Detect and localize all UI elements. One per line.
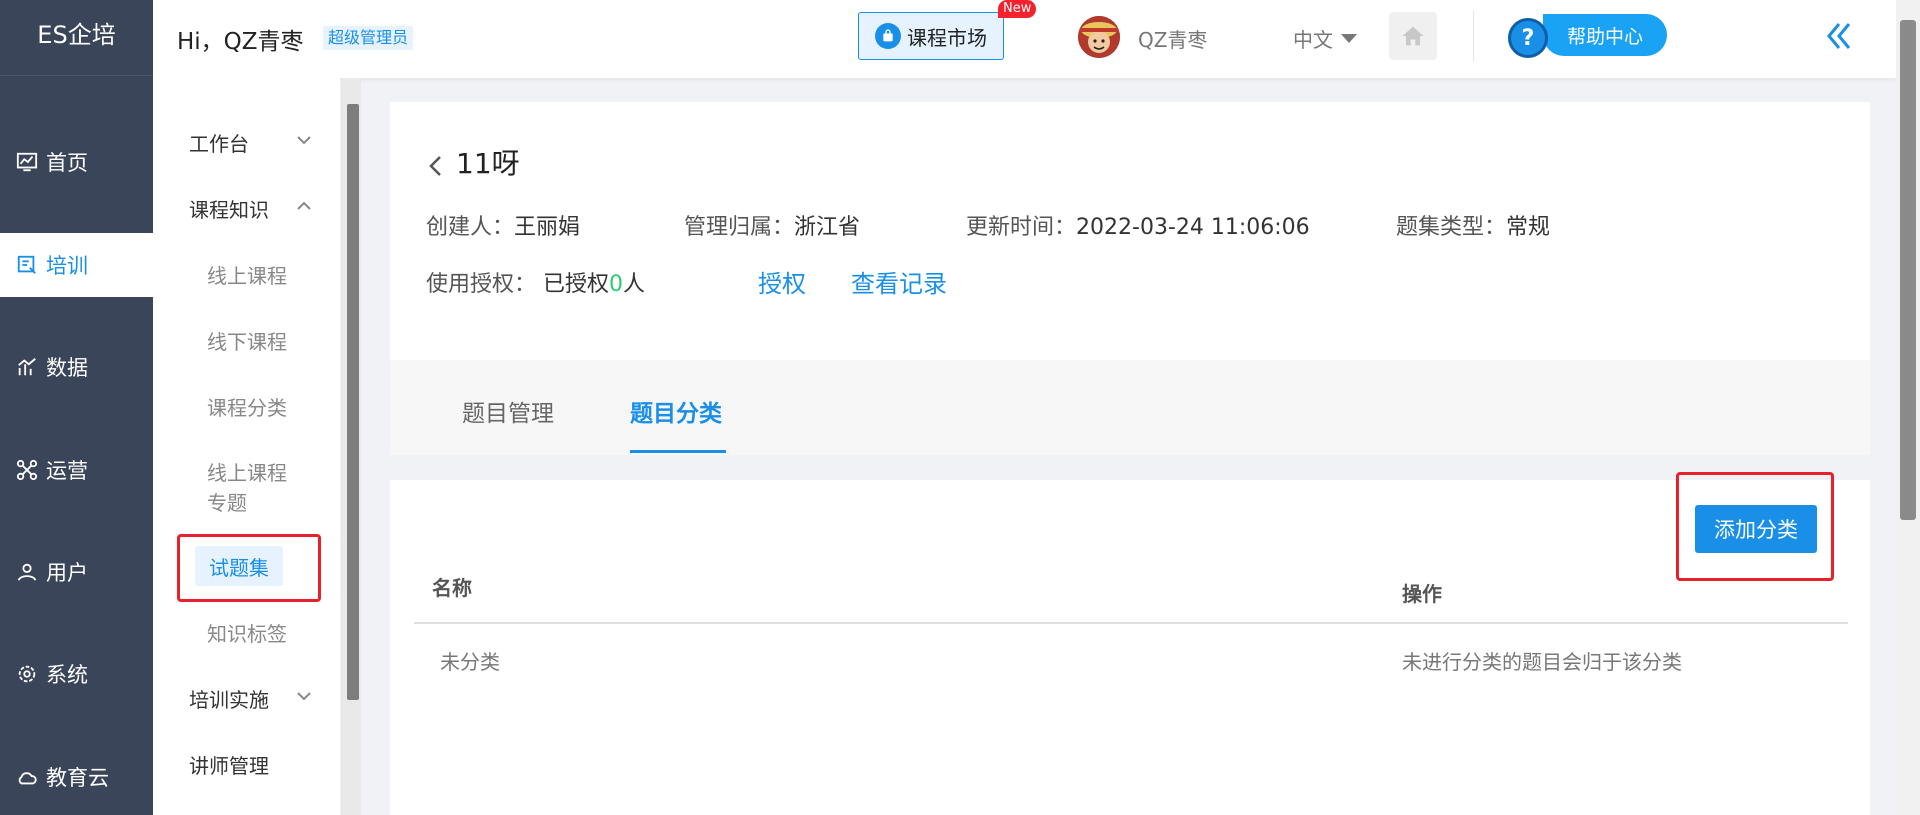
meta-type: 题集类型：常规 [1396,209,1550,241]
analytics-icon [16,355,40,379]
subnav-scrollbar-thumb[interactable] [347,104,359,700]
subnav-knowledge-tag[interactable]: 知识标签 [153,618,340,647]
cloud-icon [16,765,40,789]
shopping-bag-icon [875,23,901,49]
detail-card: 11呀 创建人：王丽娟 管理归属：浙江省 更新时间：2022-03-24 11:… [390,102,1870,360]
chevron-down-icon [297,136,311,145]
nav-item-training[interactable]: 培训 [0,233,153,297]
course-market-label: 课程市场 [907,25,987,50]
row-action-cell: 未进行分类的题目会归于该分类 [1402,650,1682,674]
page-scrollbar-thumb[interactable] [1900,20,1916,520]
course-market-button[interactable]: 课程市场 [858,12,1004,60]
subnav-offline-course[interactable]: 线下课程 [153,326,340,355]
meta-owner-label: 管理归属： [684,215,795,240]
meta-owner-value: 浙江省 [794,215,861,240]
back-chevron-icon[interactable] [426,154,444,178]
tab-question-category[interactable]: 题目分类 [630,394,722,428]
nav-label-data: 数据 [46,356,88,380]
tab-question-management[interactable]: 题目管理 [462,394,554,428]
nav-item-data[interactable]: 数据 [0,335,153,399]
highlight-box [1676,472,1834,581]
nav-label-edu-cloud: 教育云 [46,766,109,790]
nav-item-operations[interactable]: 运营 [0,438,153,502]
meta-updated: 更新时间：2022-03-24 11:06:06 [966,209,1310,241]
meta-auth-suffix: 人 [623,272,646,297]
nav-item-home[interactable]: 首页 [0,130,153,194]
meta-type-label: 题集类型： [1396,215,1507,240]
language-select[interactable]: 中文 [1293,24,1357,53]
nav-item-system[interactable]: 系统 [0,642,153,706]
help-center-button[interactable]: 帮助中心 [1543,14,1667,56]
language-label: 中文 [1293,28,1333,52]
operations-icon [16,458,40,482]
nav-label-system: 系统 [46,663,88,687]
meta-creator: 创建人：王丽娟 [426,209,580,241]
column-header-action: 操作 [1402,582,1442,606]
new-badge: New [998,0,1037,18]
header-divider [1473,10,1474,62]
meta-updated-value: 2022-03-24 11:06:06 [1076,215,1310,240]
home-button[interactable] [1389,12,1437,60]
tab-bar: 题目管理 题目分类 [390,360,1870,455]
subnav-training-impl[interactable]: 培训实施 [153,684,340,713]
meta-type-value: 常规 [1506,215,1551,240]
help-question-icon[interactable]: ? [1508,18,1548,58]
chevron-down-icon [297,692,311,701]
highlight-box [177,534,321,602]
nav-label-operations: 运营 [46,459,88,483]
double-chevron-left-icon [1827,23,1851,49]
nav-label-users: 用户 [46,561,88,585]
subnav-lecturer[interactable]: 讲师管理 [153,750,340,779]
top-header: Hi，QZ青枣 超级管理员 课程市场 New QZ青枣 中文 ? 帮助中心 [153,0,1896,78]
subnav-training-impl-label: 培训实施 [189,688,269,712]
user-icon [16,560,40,584]
view-records-link[interactable]: 查看记录 [851,264,947,299]
table-header-divider [414,622,1848,624]
secondary-sidebar: 工作台 课程知识 线上课程 线下课程 课程分类 线上课程专题 试题集 知识标签 … [153,78,340,815]
collapse-sidebar-button[interactable] [1819,16,1859,56]
meta-authorization: 使用授权： 已授权0人 [426,266,645,298]
meta-owner: 管理归属：浙江省 [684,209,860,241]
meta-auth-prefix: 已授权 [543,272,610,297]
greeting: Hi，QZ青枣 [177,29,304,55]
row-name-cell: 未分类 [440,650,500,674]
nav-label-training: 培训 [46,254,88,278]
page-title: 11呀 [456,147,520,180]
subnav-online-course[interactable]: 线上课程 [153,260,340,289]
subnav-course-knowledge-label: 课程知识 [189,198,269,222]
role-badge: 超级管理员 [323,26,414,50]
home-icon [1402,26,1424,46]
subnav-workbench[interactable]: 工作台 [153,128,340,157]
meta-auth-label: 使用授权： [426,272,537,297]
caret-down-icon [1341,34,1357,43]
nav-item-users[interactable]: 用户 [0,540,153,604]
gear-icon [16,662,40,686]
nav-label-home: 首页 [46,151,88,175]
meta-updated-label: 更新时间： [966,215,1077,240]
subnav-course-category[interactable]: 课程分类 [153,392,340,421]
training-icon [16,253,40,277]
monitor-chart-icon [16,150,40,174]
column-header-name: 名称 [432,576,472,600]
chevron-up-icon [297,201,311,210]
category-card: 添加分类 名称 操作 未分类 未进行分类的题目会归于该分类 [390,472,1870,815]
meta-creator-label: 创建人： [426,215,515,240]
subnav-workbench-label: 工作台 [189,132,249,156]
avatar[interactable] [1078,16,1120,58]
subnav-course-knowledge[interactable]: 课程知识 [153,194,340,223]
meta-auth-count: 0 [609,272,624,297]
nav-item-edu-cloud[interactable]: 教育云 [0,745,153,809]
brand-logo: ES企培 [0,0,153,76]
active-tab-indicator [630,450,726,453]
meta-creator-value: 王丽娟 [514,215,581,240]
subnav-online-topic[interactable]: 线上课程专题 [153,458,303,518]
authorize-link[interactable]: 授权 [758,264,806,299]
main-sidebar: ES企培 首页 培训 数据 运营 用户 系统 教育云 [0,0,153,815]
username[interactable]: QZ青枣 [1138,24,1207,53]
